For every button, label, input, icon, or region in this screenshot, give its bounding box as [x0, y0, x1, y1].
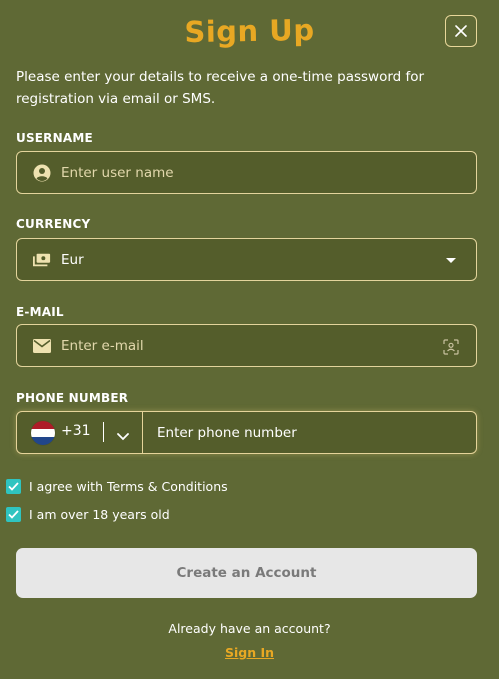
email-input[interactable]: [61, 325, 421, 366]
phone-field: +31: [16, 411, 477, 454]
currency-label: CURRENCY: [16, 217, 91, 231]
currency-value: Eur: [61, 251, 84, 268]
username-input[interactable]: [61, 152, 441, 193]
text-caret: [103, 422, 104, 442]
cash-icon: [33, 251, 51, 269]
username-label: USERNAME: [16, 131, 93, 145]
netherlands-flag-icon: [31, 421, 55, 445]
checkmark-icon: [8, 482, 19, 491]
chevron-down-icon: [117, 426, 129, 445]
email-field[interactable]: [16, 324, 477, 367]
terms-checkbox-row[interactable]: I agree with Terms & Conditions: [6, 479, 228, 494]
country-code: +31: [61, 423, 91, 439]
scan-icon[interactable]: [442, 338, 460, 356]
sign-in-link[interactable]: Sign In: [0, 645, 499, 660]
intro-text: Please enter your details to receive a o…: [16, 69, 425, 107]
create-account-button[interactable]: Create an Account: [16, 548, 477, 598]
mail-icon: [33, 337, 51, 355]
close-button[interactable]: [445, 15, 477, 47]
email-label: E-MAIL: [16, 305, 64, 319]
country-code-select[interactable]: +31: [17, 412, 143, 453]
signup-modal: Sign Up Please enter your details to rec…: [0, 0, 499, 679]
close-icon: [455, 25, 467, 37]
terms-checkbox[interactable]: [6, 479, 21, 494]
currency-select[interactable]: Eur: [16, 238, 477, 281]
age-checkbox[interactable]: [6, 507, 21, 522]
age-label: I am over 18 years old: [29, 507, 170, 522]
terms-label: I agree with Terms & Conditions: [29, 479, 228, 494]
phone-input[interactable]: [157, 412, 457, 453]
already-account-text: Already have an account?: [168, 621, 331, 636]
age-checkbox-row[interactable]: I am over 18 years old: [6, 507, 170, 522]
user-icon: [33, 164, 51, 182]
checkmark-icon: [8, 510, 19, 519]
username-field[interactable]: [16, 151, 477, 194]
phone-label: PHONE NUMBER: [16, 391, 129, 405]
chevron-down-icon: [442, 252, 460, 270]
page-title: Sign Up: [184, 12, 315, 50]
